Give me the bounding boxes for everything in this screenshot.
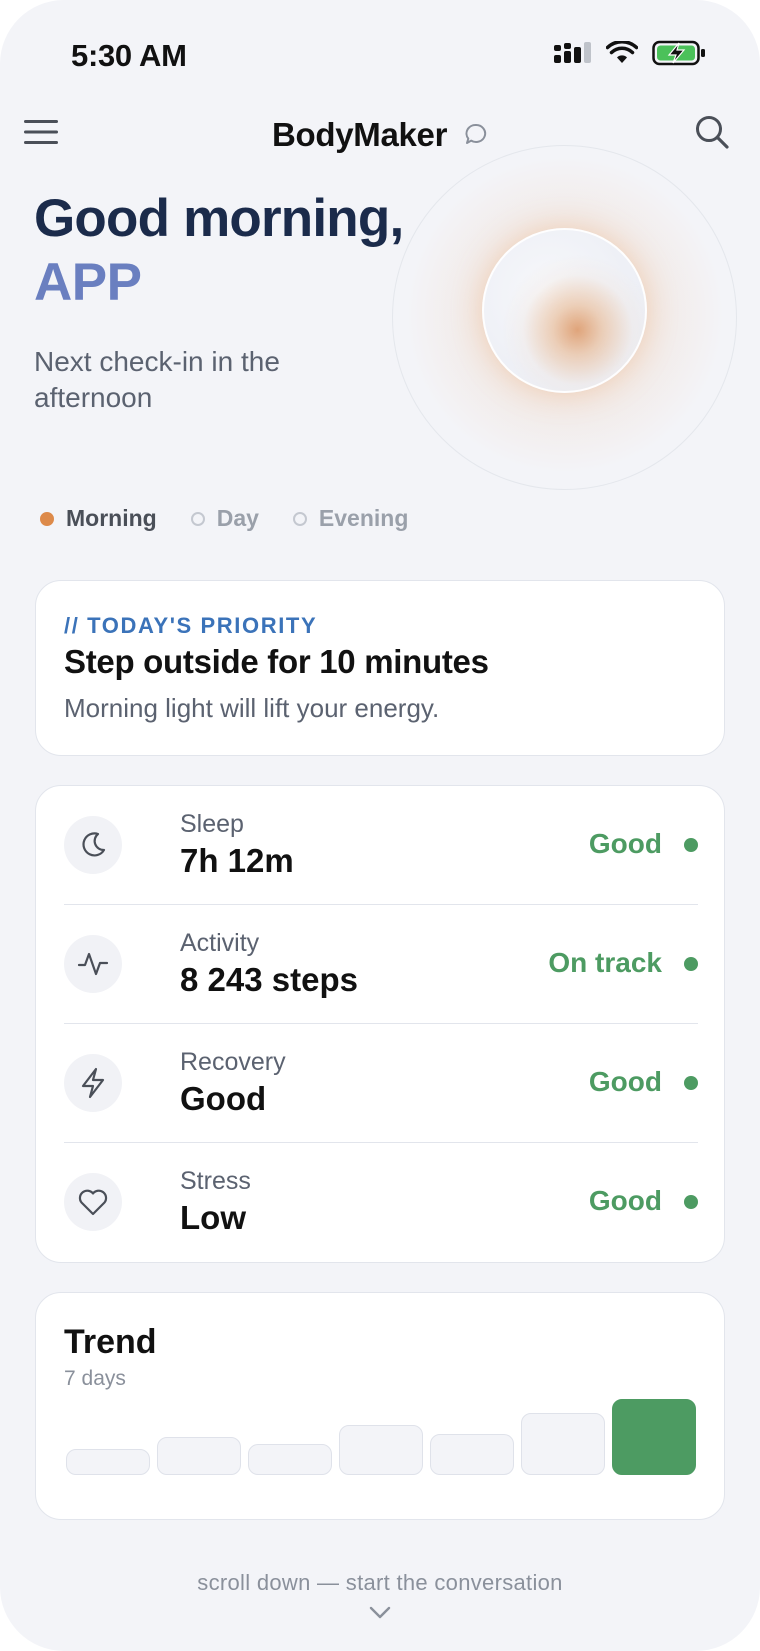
trend-subtitle: 7 days — [64, 1367, 126, 1390]
status-dot-icon — [684, 838, 698, 852]
activity-icon — [64, 935, 122, 993]
next-checkin-text: Next check-in in the afternoon — [34, 346, 280, 413]
greeting-heading: Good morning, — [34, 189, 404, 248]
metric-status: Good — [588, 1185, 662, 1216]
scroll-hint: scroll down — start the conversation — [197, 1570, 563, 1595]
signal-icon — [554, 42, 591, 63]
inactive-dot-icon — [292, 511, 307, 526]
status-dot-icon — [684, 1076, 698, 1090]
status-time: 5:30 AM — [71, 38, 187, 73]
mood-orb[interactable] — [482, 228, 647, 393]
trend-bar — [612, 1399, 696, 1475]
top-nav: BodyMaker — [0, 110, 760, 160]
metric-label: Recovery — [180, 1048, 286, 1076]
metric-status: Good — [588, 1066, 662, 1097]
phone-screen: 5:30 AM BodyMaker Good morning, APP Next… — [0, 0, 760, 1651]
heart-icon — [64, 1173, 122, 1231]
metric-status: On track — [548, 947, 662, 978]
segment-label: Evening — [318, 505, 409, 531]
segment-evening[interactable]: Evening — [292, 505, 409, 532]
trend-bar — [430, 1434, 514, 1475]
metric-label: Sleep — [180, 810, 244, 838]
trend-chart — [66, 1393, 696, 1503]
priority-title: Step outside for 10 minutes — [64, 643, 489, 680]
segment-day[interactable]: Day — [190, 505, 259, 532]
time-of-day-selector: Morning Day Evening — [40, 505, 408, 532]
trend-bar — [157, 1437, 241, 1475]
trend-bar — [66, 1449, 150, 1475]
metric-value: Low — [180, 1199, 246, 1236]
trend-bar — [521, 1413, 605, 1475]
trend-title: Trend — [64, 1323, 157, 1361]
search-button[interactable] — [694, 114, 730, 150]
moon-icon — [64, 816, 122, 874]
wifi-icon — [606, 41, 638, 63]
segment-label: Morning — [66, 505, 157, 531]
metric-row-sleep[interactable]: Sleep 7h 12m Good — [64, 786, 698, 905]
segment-label: Day — [216, 505, 259, 531]
trend-bar — [248, 1444, 332, 1475]
metric-status: Good — [588, 828, 662, 859]
metrics-card: Sleep 7h 12m Good Activity 8 243 steps O… — [35, 785, 725, 1263]
status-bar: 5:30 AM — [0, 0, 760, 110]
priority-subtitle: Morning light will lift your energy. — [64, 693, 440, 723]
status-icons — [554, 40, 706, 66]
chat-icon[interactable] — [464, 122, 488, 146]
trend-bar — [339, 1425, 423, 1475]
metric-label: Activity — [180, 929, 260, 957]
inactive-dot-icon — [190, 511, 205, 526]
user-name: APP — [34, 253, 142, 312]
segment-morning[interactable]: Morning — [40, 505, 157, 532]
metric-value: Good — [180, 1080, 267, 1117]
status-dot-icon — [684, 957, 698, 971]
app-title-text: BodyMaker — [271, 116, 448, 153]
metric-row-recovery[interactable]: Recovery Good Good — [64, 1024, 698, 1143]
metric-value: 8 243 steps — [180, 961, 358, 998]
trend-card[interactable]: Trend 7 days — [35, 1292, 725, 1520]
metric-row-stress[interactable]: Stress Low Good — [64, 1143, 698, 1262]
chevron-down-icon[interactable] — [368, 1605, 392, 1621]
metric-row-activity[interactable]: Activity 8 243 steps On track — [64, 905, 698, 1024]
metric-label: Stress — [180, 1167, 251, 1195]
battery-charging-icon — [652, 40, 705, 66]
bolt-icon — [64, 1054, 122, 1112]
status-dot-icon — [684, 1195, 698, 1209]
priority-card[interactable]: // TODAY'S PRIORITY Step outside for 10 … — [35, 580, 725, 756]
app-title: BodyMaker — [0, 116, 760, 154]
active-dot-icon — [40, 511, 54, 526]
metric-value: 7h 12m — [180, 842, 294, 879]
priority-kicker: // TODAY'S PRIORITY — [64, 613, 318, 638]
